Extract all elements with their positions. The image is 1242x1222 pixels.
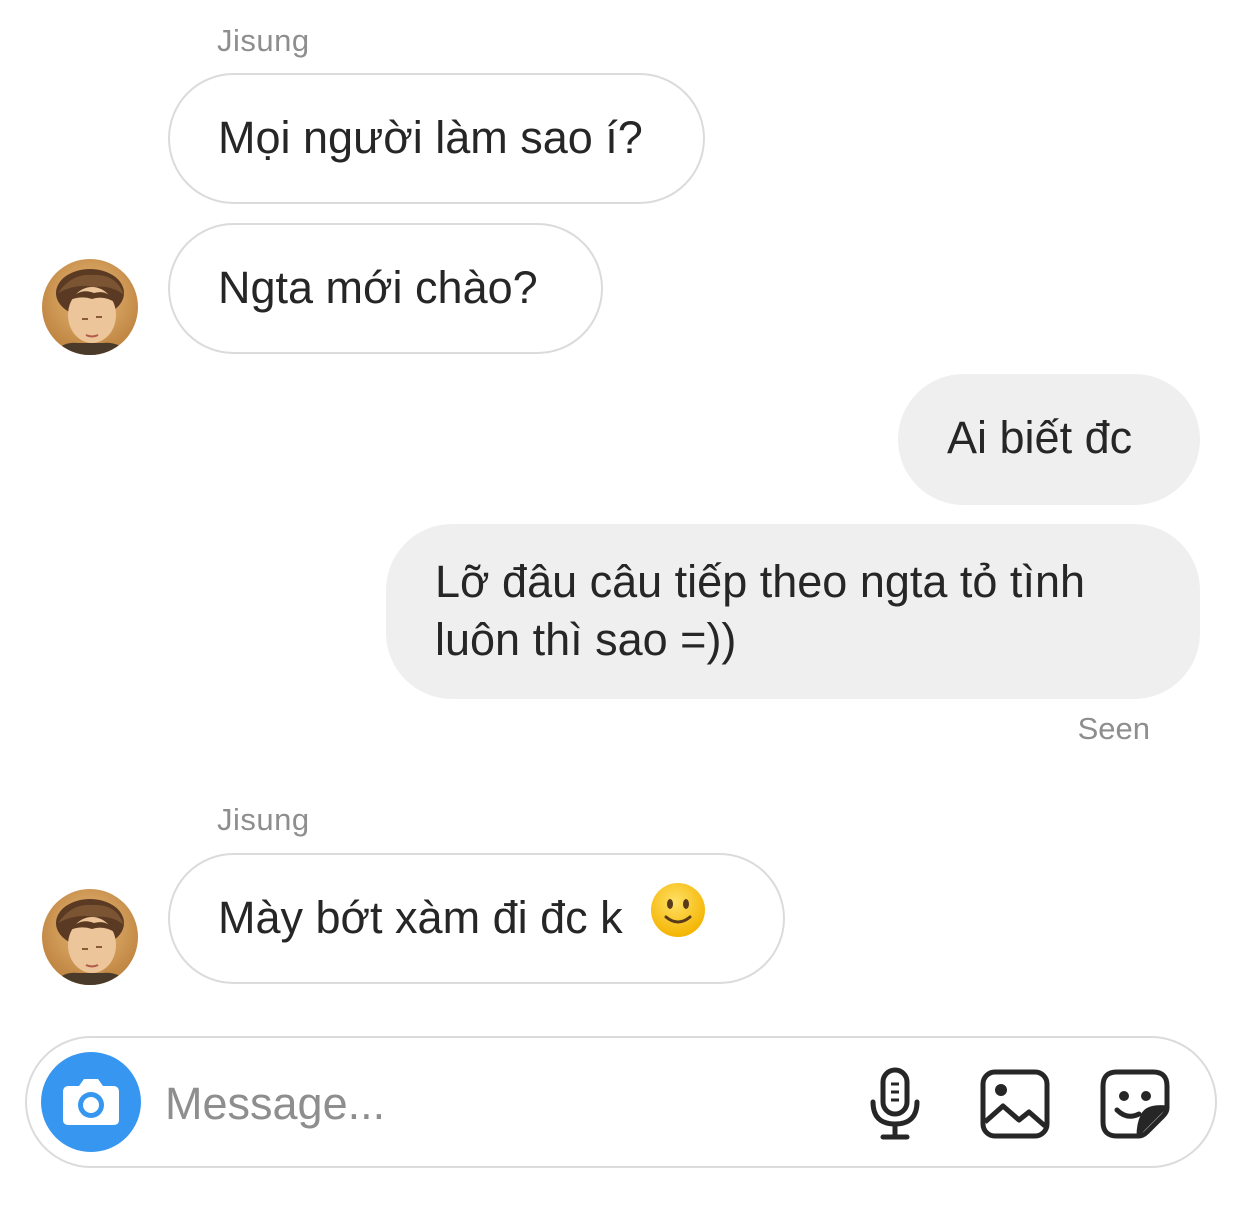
microphone-button[interactable]: [857, 1066, 933, 1142]
message-input[interactable]: [165, 1074, 805, 1134]
avatar[interactable]: [42, 259, 138, 355]
avatar-image: [42, 259, 138, 355]
message-text: Ngta mới chào?: [218, 262, 538, 313]
message-bubble-outgoing[interactable]: Lỡ đâu câu tiếp theo ngta tỏ tình luôn t…: [386, 524, 1200, 699]
microphone-icon: [870, 1067, 920, 1140]
sticker-icon: [1100, 1069, 1170, 1139]
message-bubble-incoming[interactable]: Ngta mới chào?: [168, 223, 603, 354]
avatar[interactable]: [42, 889, 138, 985]
message-text-line: luôn thì sao =)): [435, 614, 737, 665]
slightly-smiling-face-icon: [649, 881, 707, 953]
message-text: Ai biết đc: [947, 412, 1133, 463]
sender-name: Jisung: [217, 23, 310, 58]
message-text: Mọi người làm sao í?: [218, 112, 643, 163]
message-composer: [25, 1036, 1217, 1168]
gallery-button[interactable]: [977, 1066, 1053, 1142]
message-bubble-incoming[interactable]: Mọi người làm sao í?: [168, 73, 705, 204]
message-text-line: Lỡ đâu câu tiếp theo ngta tỏ tình: [435, 556, 1085, 607]
seen-status: Seen: [1077, 711, 1150, 746]
gallery-icon: [980, 1069, 1050, 1139]
sticker-button[interactable]: [1097, 1066, 1173, 1142]
message-text: Mày bớt xàm đi đc k: [218, 892, 623, 943]
sender-name: Jisung: [217, 802, 310, 837]
message-bubble-incoming[interactable]: Mày bớt xàm đi đc k: [168, 853, 785, 984]
camera-button[interactable]: [41, 1052, 141, 1152]
camera-icon: [63, 1079, 119, 1125]
avatar-image: [42, 889, 138, 985]
message-bubble-outgoing[interactable]: Ai biết đc: [898, 374, 1200, 505]
